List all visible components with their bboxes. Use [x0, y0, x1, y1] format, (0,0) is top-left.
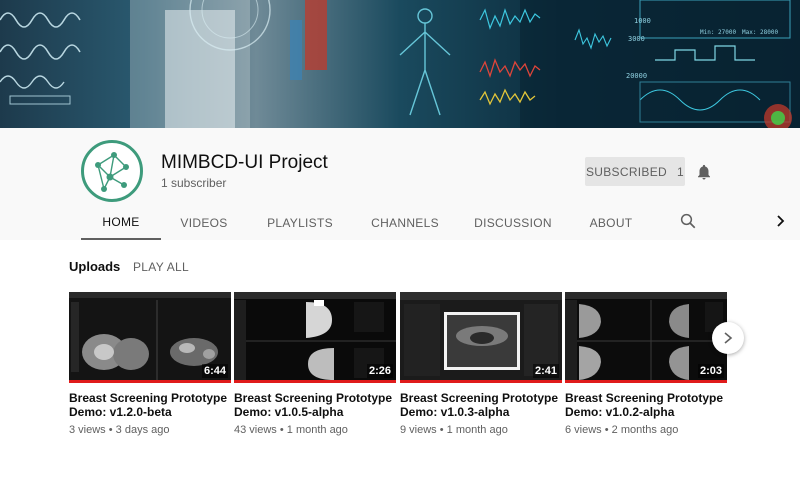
subscriber-count: 1 subscriber [161, 176, 227, 190]
video-views: 6 views [565, 424, 602, 436]
channel-avatar[interactable] [81, 140, 143, 202]
channel-logo-icon [95, 152, 129, 192]
video-views: 43 views [234, 424, 277, 436]
video-card[interactable]: 2:03 Breast Screening Prototype Demo: v1… [565, 292, 727, 436]
video-title-line2: Demo: v1.0.5-alpha [234, 405, 344, 419]
video-thumbnail[interactable]: 2:41 [400, 292, 562, 383]
play-all-button[interactable]: PLAY ALL [133, 260, 189, 274]
banner-readout-20000: 20000 [626, 72, 648, 80]
video-duration: 2:03 [697, 364, 724, 378]
video-title[interactable]: Breast Screening Prototype Demo: v1.0.2-… [565, 391, 727, 419]
tabs-chevron-right-icon[interactable] [774, 213, 788, 229]
video-title-line1: Breast Screening Prototype [565, 391, 724, 405]
video-meta: 6 views • 2 months ago [565, 424, 679, 436]
video-thumbnail[interactable]: 2:03 [565, 292, 727, 383]
video-card[interactable]: 6:44 Breast Screening Prototype Demo: v1… [69, 292, 231, 436]
search-icon[interactable] [679, 212, 697, 230]
video-title-line1: Breast Screening Prototype [234, 391, 393, 405]
watched-progress-bar [234, 380, 396, 383]
video-title-line2: Demo: v1.0.2-alpha [565, 405, 675, 419]
tab-about[interactable]: ABOUT [582, 206, 640, 240]
video-views: 9 views [400, 424, 437, 436]
chevron-right-icon [724, 332, 733, 344]
banner-readout-max: Max: 28000 [742, 29, 779, 36]
video-duration: 6:44 [201, 364, 228, 378]
tab-discussion[interactable]: DISCUSSION [470, 206, 556, 240]
video-title-line1: Breast Screening Prototype [69, 391, 228, 405]
banner-readout-3000: 3000 [628, 35, 645, 43]
watched-progress-bar [69, 380, 231, 383]
banner-readout-1000: 1000 [634, 17, 651, 25]
video-title-line1: Breast Screening Prototype [400, 391, 559, 405]
video-meta: 9 views • 1 month ago [400, 424, 508, 436]
subscribed-label: SUBSCRIBED [585, 164, 668, 179]
video-age: 1 month ago [286, 424, 348, 436]
subscribed-button[interactable]: SUBSCRIBED 1 [585, 157, 685, 186]
video-title-line2: Demo: v1.2.0-beta [69, 405, 172, 419]
watched-progress-bar [565, 380, 727, 383]
subscribed-count: 1 [677, 164, 684, 179]
video-title[interactable]: Breast Screening Prototype Demo: v1.2.0-… [69, 391, 231, 419]
video-duration: 2:26 [366, 364, 393, 378]
video-thumbnail[interactable]: 2:26 [234, 292, 396, 383]
channel-banner: 1000 3000 20000 Min: 27000 Max: 28000 [0, 0, 800, 128]
watched-progress-bar [400, 380, 562, 383]
video-title[interactable]: Breast Screening Prototype Demo: v1.0.3-… [400, 391, 562, 419]
tab-home[interactable]: HOME [81, 206, 161, 240]
video-age: 3 days ago [115, 424, 170, 436]
video-card[interactable]: 2:26 Breast Screening Prototype Demo: v1… [234, 292, 396, 436]
video-age: 1 month ago [446, 424, 508, 436]
banner-readout-min: Min: 27000 [700, 29, 737, 36]
tab-channels[interactable]: CHANNELS [366, 206, 444, 240]
banner-artwork [0, 0, 800, 128]
channel-name[interactable]: MIMBCD-UI Project [161, 152, 328, 174]
video-card[interactable]: 2:41 Breast Screening Prototype Demo: v1… [400, 292, 562, 436]
video-meta: 43 views • 1 month ago [234, 424, 348, 436]
video-views: 3 views [69, 424, 106, 436]
tab-videos[interactable]: VIDEOS [174, 206, 234, 240]
video-thumbnail[interactable]: 6:44 [69, 292, 231, 383]
shelf-next-button[interactable] [712, 322, 744, 354]
bell-icon[interactable] [695, 163, 713, 181]
video-age: 2 months ago [611, 424, 679, 436]
video-title-line2: Demo: v1.0.3-alpha [400, 405, 510, 419]
shelf-title[interactable]: Uploads [69, 259, 120, 274]
video-duration: 2:41 [532, 364, 559, 378]
video-title[interactable]: Breast Screening Prototype Demo: v1.0.5-… [234, 391, 396, 419]
tab-playlists[interactable]: PLAYLISTS [258, 206, 342, 240]
video-meta: 3 views • 3 days ago [69, 424, 170, 436]
